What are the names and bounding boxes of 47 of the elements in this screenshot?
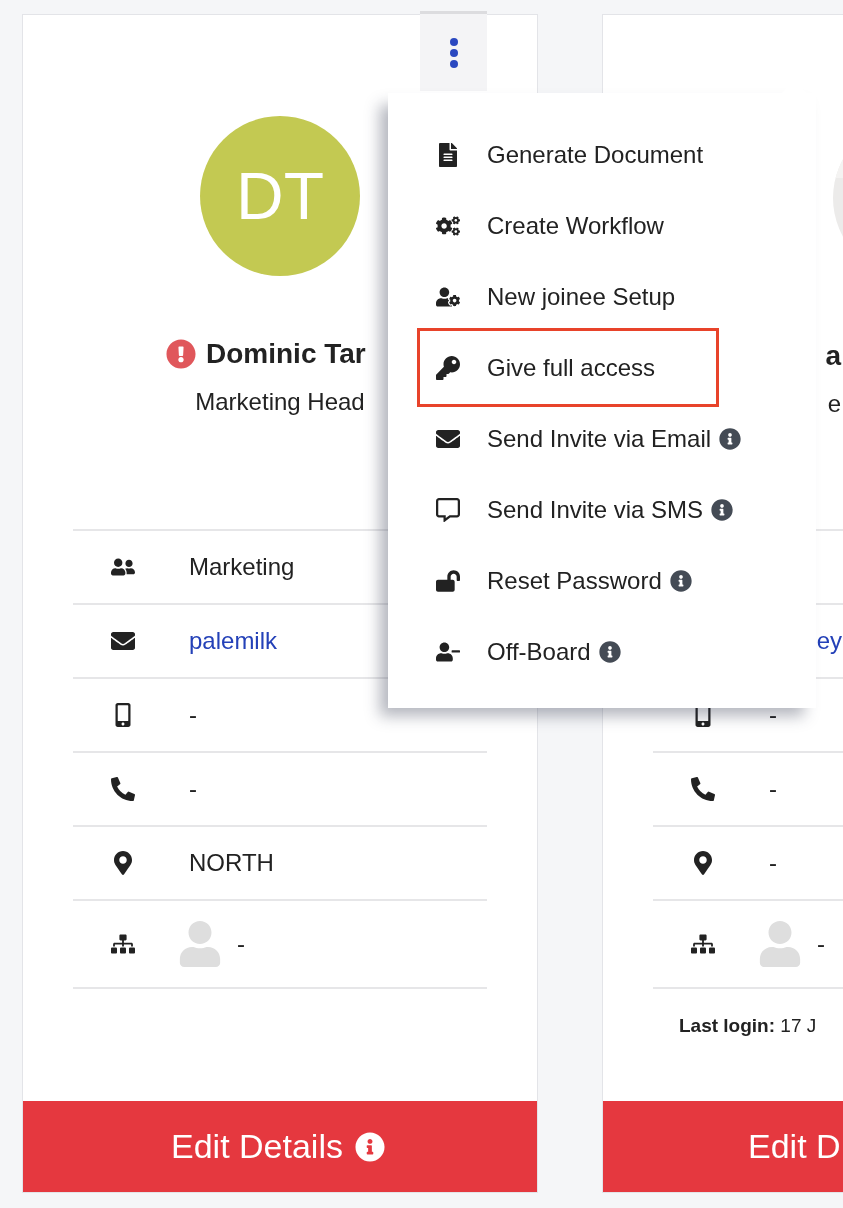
gears-icon [436, 213, 460, 238]
email-link[interactable]: ey [816, 627, 842, 655]
menu-item[interactable]: Give full access [421, 332, 715, 403]
user-gear-icon [436, 284, 460, 309]
key-icon [436, 355, 460, 380]
phone-icon [111, 777, 135, 801]
edit-details-button[interactable]: Edit Details [23, 1101, 537, 1192]
menu-item[interactable]: New joinee Setup [421, 261, 715, 332]
user-avatar-icon [177, 921, 223, 967]
document-icon [436, 142, 460, 167]
menu-item[interactable]: Create Workflow [421, 190, 715, 261]
detail-value: Marketing [189, 553, 295, 581]
detail-value: - [769, 849, 777, 877]
kebab-icon [448, 36, 459, 69]
phone-icon [691, 777, 715, 801]
org-chart-icon [691, 932, 715, 956]
menu-item[interactable]: Generate Document [421, 119, 715, 190]
unlocked-padlock-icon [436, 568, 460, 593]
more-options-button[interactable] [420, 11, 487, 91]
map-pin-icon [111, 851, 135, 875]
last-login: Last login: 17 J [679, 1015, 818, 1037]
detail-value: - [189, 775, 197, 803]
menu-item[interactable]: Reset Password [421, 545, 715, 616]
detail-value: - [769, 775, 777, 803]
menu-item[interactable]: Send Invite via Email [421, 403, 746, 474]
info-icon [355, 1131, 385, 1162]
initials-avatar: DT [200, 116, 360, 276]
email-link[interactable]: palemilk [189, 627, 278, 655]
detail-value: - [189, 701, 197, 729]
org-chart-icon [111, 932, 135, 956]
detail-value: - [817, 930, 825, 958]
envelope-icon [111, 629, 135, 653]
job-title: e [827, 389, 841, 419]
user-minus-icon [436, 639, 460, 664]
speech-bubble-icon [436, 497, 460, 522]
detail-value: - [237, 930, 245, 958]
user-avatar-icon [757, 921, 803, 967]
detail-value: NORTH [189, 849, 274, 877]
menu-item[interactable]: Send Invite via SMS [421, 474, 738, 545]
employee-name: Dominic Tar [206, 337, 366, 371]
menu-item[interactable]: Off-Board [421, 616, 715, 687]
detail-value: - [769, 701, 777, 729]
alert-icon [166, 339, 196, 369]
employee-name: a [825, 339, 841, 373]
map-pin-icon [691, 851, 715, 875]
edit-details-button[interactable]: Edit D [603, 1101, 843, 1192]
job-title: Marketing Head [195, 387, 365, 417]
